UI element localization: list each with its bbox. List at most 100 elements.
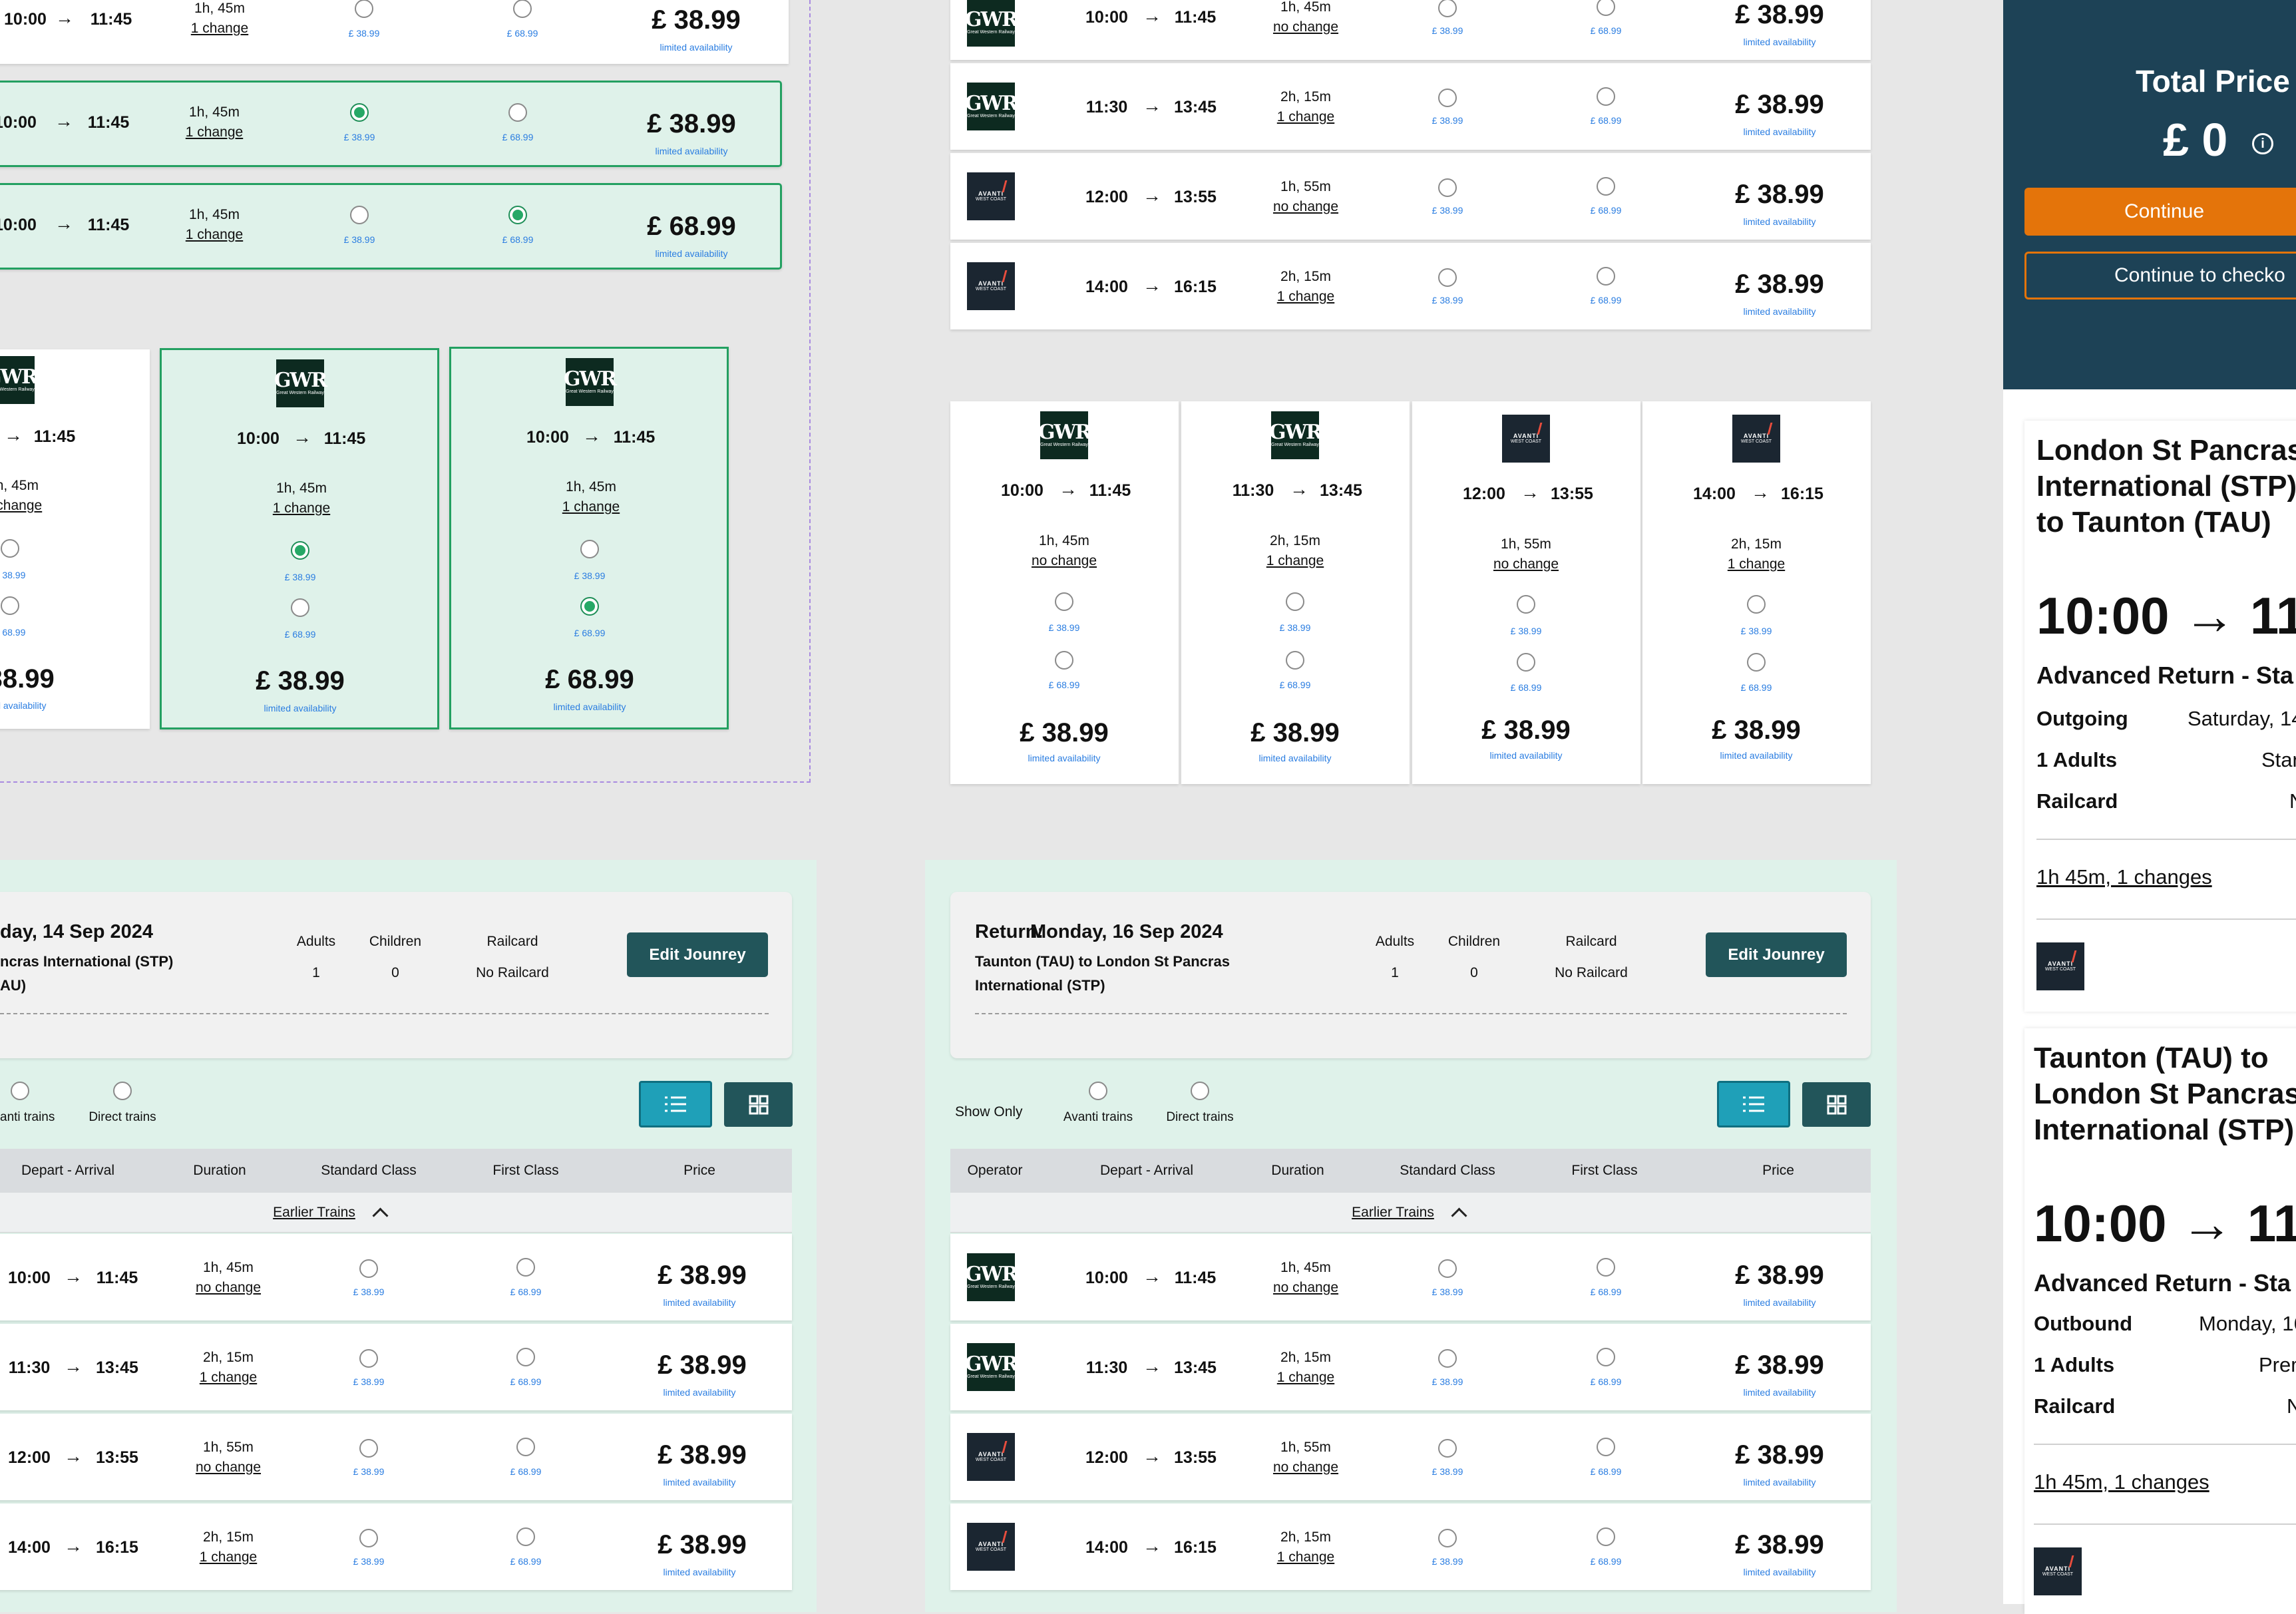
journey-row[interactable]: 14:00 → 16:15 2h, 15m 1 change £ 38.99 £ … [0, 1504, 792, 1590]
earlier-trains-link[interactable]: Earlier Trains [273, 1193, 355, 1233]
changes-link[interactable]: no change [1032, 551, 1097, 571]
duration-changes-link[interactable]: 1h 45m, 1 changes [2036, 865, 2212, 889]
journey-row-state-default[interactable]: 10:00 → 11:45 1h, 45m 1 change £ 38.99 £ … [0, 0, 789, 64]
journey-card-state-default[interactable]: GWRGreat Western Railway → 11:45 1h, 45m… [0, 349, 150, 729]
standard-class-radio[interactable] [1438, 1349, 1457, 1368]
standard-class-radio[interactable] [359, 1439, 378, 1458]
first-class-radio[interactable] [1597, 1348, 1615, 1366]
standard-class-radio[interactable] [1517, 595, 1535, 614]
first-class-radio[interactable] [516, 1527, 535, 1546]
standard-class-radio[interactable] [1438, 1529, 1457, 1547]
first-class-radio[interactable] [1286, 651, 1304, 670]
first-class-radio[interactable] [1517, 653, 1535, 672]
first-class-radio[interactable] [508, 103, 527, 122]
journey-row-state-first-selected[interactable]: 10:00 → 11:45 1h, 45m 1 change £ 38.99 £ … [0, 183, 782, 270]
duration-changes-link[interactable]: 1h 45m, 1 changes [2034, 1470, 2209, 1494]
journey-row[interactable]: GWR Great Western Railway 10:00 → 11:45 1… [950, 1234, 1871, 1320]
first-class-radio[interactable] [1597, 87, 1615, 106]
changes-link[interactable]: 1 change [1277, 1547, 1334, 1567]
standard-class-radio[interactable] [350, 103, 369, 122]
journey-row[interactable]: AVANTI WEST COAST 14:00 → 16:15 2h, 15m 1 … [950, 1504, 1871, 1590]
changes-link[interactable]: 1 change [1277, 1368, 1334, 1388]
standard-class-radio[interactable] [1438, 89, 1457, 107]
changes-link[interactable]: 1 change [273, 499, 330, 518]
changes-link[interactable]: 1 change [186, 225, 243, 245]
journey-card-state-standard-selected[interactable]: GWR Great Western Railway 10:00 → 11:45 1… [160, 348, 439, 729]
first-class-radio[interactable] [516, 1348, 535, 1366]
continue-to-checkout-button[interactable]: Continue to checko [2024, 252, 2296, 300]
standard-class-radio[interactable] [1, 539, 19, 558]
standard-class-radio[interactable] [359, 1259, 378, 1278]
first-class-radio[interactable] [513, 0, 532, 18]
journey-row[interactable]: GWR Great Western Railway 11:30 → 13:45 2… [950, 63, 1871, 150]
standard-class-radio[interactable] [1438, 178, 1457, 197]
journey-card[interactable]: GWR Great Western Railway 11:30 → 13:45 2… [1181, 401, 1410, 784]
earlier-trains-toggle[interactable]: Earlier Trains [0, 1193, 792, 1233]
edit-journey-button[interactable]: Edit Jounrey [1706, 932, 1847, 977]
first-class-radio[interactable] [1597, 1527, 1615, 1546]
journey-card[interactable]: AVANTI WEST COAST 12:00 → 13:55 1h, 55m no… [1412, 401, 1640, 784]
changes-link[interactable]: 1 change [0, 496, 42, 516]
journey-card[interactable]: AVANTI WEST COAST 14:00 → 16:15 2h, 15m 1 … [1642, 401, 1871, 784]
journey-row[interactable]: 12:00 → 13:55 1h, 55m no change £ 38.99 £… [0, 1414, 792, 1500]
journey-row[interactable]: AVANTI WEST COAST 12:00 → 13:55 1h, 55m no… [950, 153, 1871, 240]
filter-direct-radio[interactable] [1191, 1082, 1209, 1100]
standard-class-radio[interactable] [1438, 1259, 1457, 1278]
first-class-radio[interactable] [508, 206, 527, 224]
journey-row[interactable]: AVANTI WEST COAST 14:00 → 16:15 2h, 15m 1 … [950, 243, 1871, 329]
journey-row[interactable]: GWR Great Western Railway 10:00 → 11:45 1… [950, 0, 1871, 60]
continue-button[interactable]: Continue [2024, 188, 2296, 236]
earlier-trains-link[interactable]: Earlier Trains [1352, 1193, 1434, 1233]
journey-row[interactable]: GWR Great Western Railway 11:30 → 13:45 2… [950, 1324, 1871, 1410]
filter-avanti-radio[interactable] [1089, 1082, 1107, 1100]
standard-class-radio[interactable] [1747, 595, 1766, 614]
changes-link[interactable]: 1 change [1728, 554, 1785, 574]
changes-link[interactable]: no change [196, 1458, 261, 1478]
first-class-radio[interactable] [1597, 1258, 1615, 1277]
changes-link[interactable]: 1 change [200, 1368, 257, 1388]
first-class-radio[interactable] [1597, 267, 1615, 286]
earlier-trains-toggle[interactable]: Earlier Trains [950, 1193, 1871, 1233]
edit-journey-button[interactable]: Edit Jounrey [627, 932, 768, 977]
changes-link[interactable]: no change [196, 1278, 261, 1298]
changes-link[interactable]: no change [1493, 554, 1559, 574]
standard-class-radio[interactable] [1055, 592, 1073, 611]
grid-view-toggle[interactable] [1802, 1082, 1871, 1127]
standard-class-radio[interactable] [359, 1529, 378, 1547]
changes-link[interactable]: 1 change [1277, 107, 1334, 127]
standard-class-radio[interactable] [1286, 592, 1304, 611]
changes-link[interactable]: no change [1273, 197, 1338, 217]
first-class-radio[interactable] [580, 597, 599, 616]
standard-class-radio[interactable] [355, 0, 373, 18]
first-class-radio[interactable] [1597, 177, 1615, 196]
standard-class-radio[interactable] [291, 541, 309, 560]
journey-row[interactable]: 10:00 → 11:45 1h, 45m no change £ 38.99 £… [0, 1234, 792, 1320]
journey-row[interactable]: AVANTI WEST COAST 12:00 → 13:55 1h, 55m no… [950, 1414, 1871, 1500]
changes-link[interactable]: 1 change [186, 122, 243, 142]
standard-class-radio[interactable] [1438, 1439, 1457, 1458]
journey-row-state-standard-selected[interactable]: 10:00 → 11:45 1h, 45m 1 change £ 38.99 £ … [0, 81, 782, 167]
first-class-radio[interactable] [291, 598, 309, 617]
first-class-radio[interactable] [516, 1438, 535, 1456]
first-class-radio[interactable] [1, 596, 19, 615]
changes-link[interactable]: 1 change [562, 497, 620, 517]
first-class-radio[interactable] [1747, 653, 1766, 672]
journey-card-state-first-selected[interactable]: GWR Great Western Railway 10:00 → 11:45 1… [449, 347, 729, 729]
journey-card[interactable]: GWR Great Western Railway 10:00 → 11:45 1… [950, 401, 1179, 784]
changes-link[interactable]: 1 change [1277, 287, 1334, 307]
list-view-toggle[interactable] [639, 1081, 712, 1127]
standard-class-radio[interactable] [1438, 268, 1457, 287]
first-class-radio[interactable] [1597, 1438, 1615, 1456]
first-class-radio[interactable] [1597, 0, 1615, 16]
changes-link[interactable]: no change [1273, 1278, 1338, 1298]
changes-link[interactable]: 1 change [1266, 551, 1324, 571]
grid-view-toggle[interactable] [724, 1082, 793, 1127]
standard-class-radio[interactable] [580, 540, 599, 558]
changes-link[interactable]: no change [1273, 17, 1338, 37]
first-class-radio[interactable] [1055, 651, 1073, 670]
filter-direct-radio[interactable] [113, 1082, 132, 1100]
list-view-toggle[interactable] [1717, 1081, 1790, 1127]
standard-class-radio[interactable] [359, 1349, 378, 1368]
standard-class-radio[interactable] [1438, 0, 1457, 17]
filter-avanti-radio[interactable] [11, 1082, 29, 1100]
